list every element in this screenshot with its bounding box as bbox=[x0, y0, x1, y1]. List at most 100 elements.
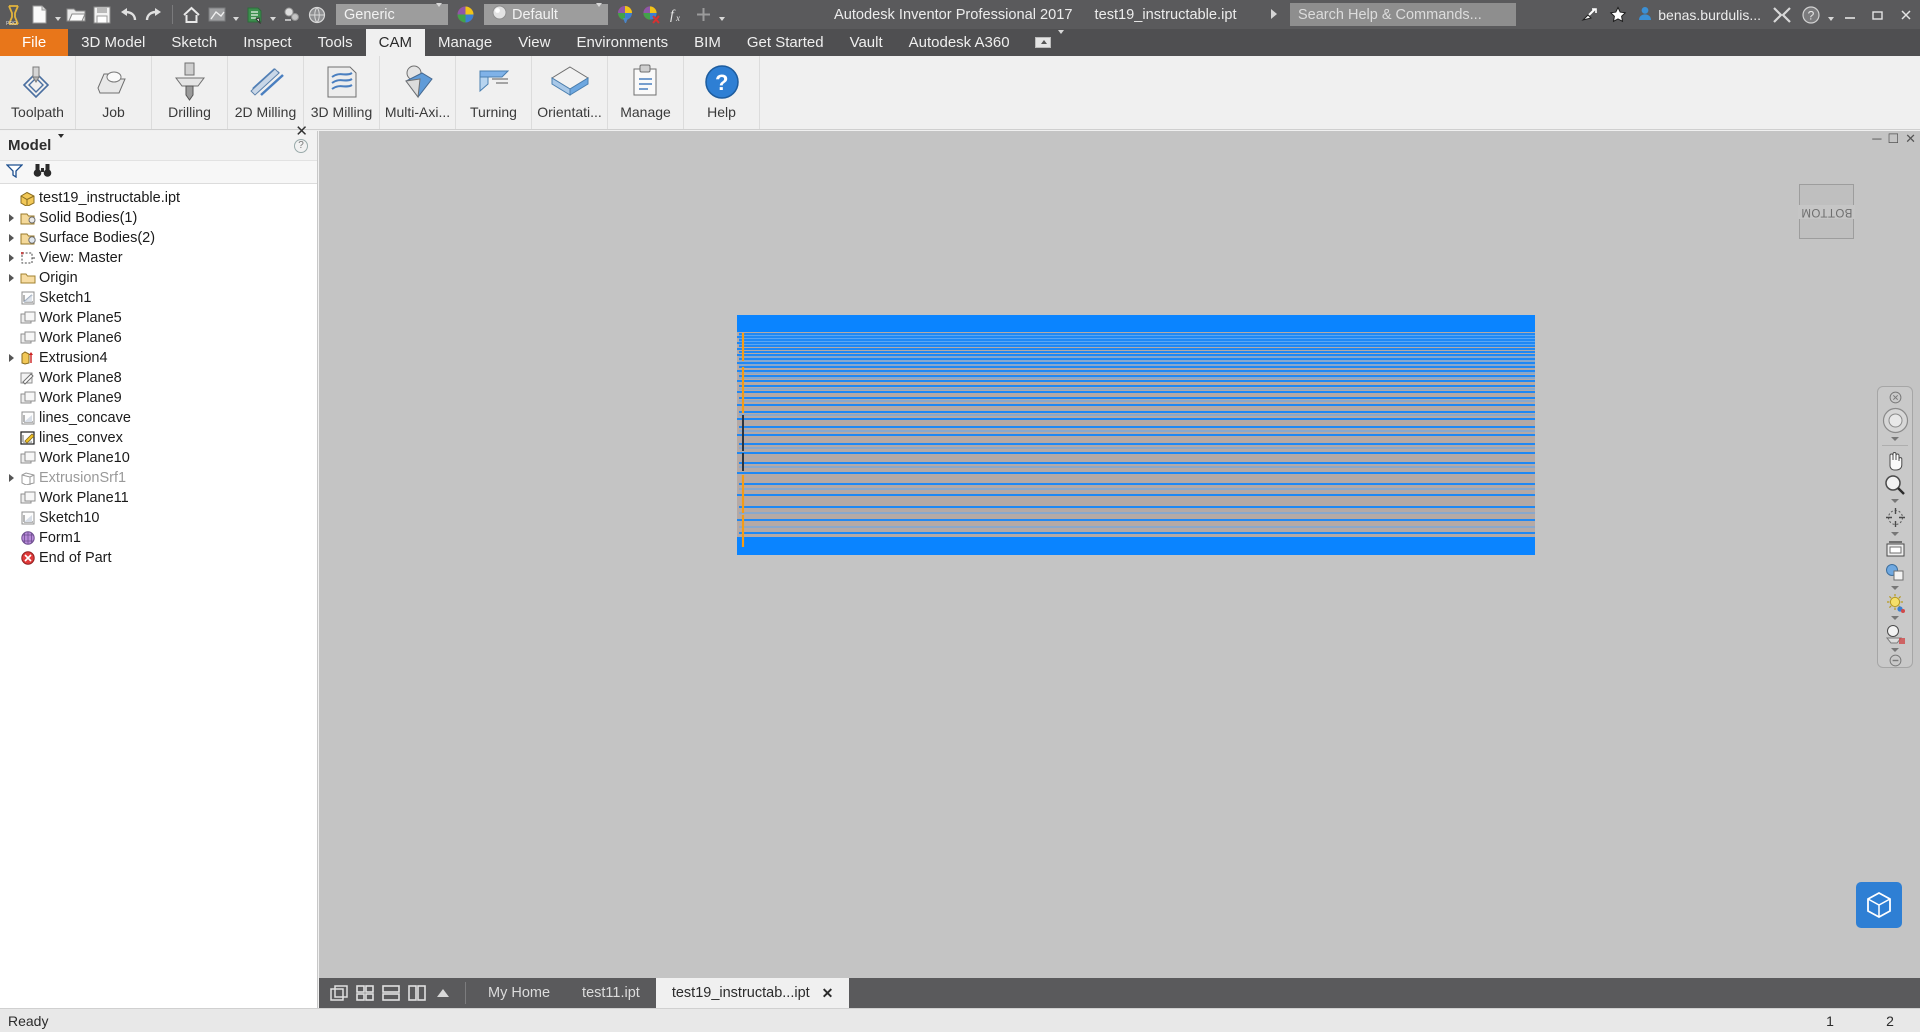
tree-item-extrusion4[interactable]: Extrusion4 bbox=[0, 348, 317, 368]
canvas-restore-icon[interactable]: ☐ bbox=[1887, 132, 1899, 145]
ribbon-button-help[interactable]: ? Help bbox=[684, 56, 760, 129]
tab-vault[interactable]: Vault bbox=[837, 29, 896, 56]
tree-item-sketch10[interactable]: Sketch10 bbox=[0, 508, 317, 528]
clear-appearance-icon[interactable] bbox=[638, 1, 664, 28]
save-icon[interactable] bbox=[89, 1, 115, 28]
tab-file[interactable]: File bbox=[0, 29, 69, 56]
chevron-down-icon[interactable] bbox=[58, 133, 65, 154]
undo-icon[interactable] bbox=[115, 1, 141, 28]
tree-item-part[interactable]: test19_instructable.ipt bbox=[0, 188, 317, 208]
search-input[interactable]: Search Help & Commands... bbox=[1290, 3, 1516, 26]
ribbon-button-multi-axis[interactable]: Multi-Axi... bbox=[380, 56, 456, 129]
close-button[interactable] bbox=[1892, 0, 1920, 29]
document-tab-test19[interactable]: test19_instructab...ipt ✕ bbox=[655, 978, 850, 1008]
appearance-browser-icon[interactable] bbox=[612, 1, 638, 28]
tree-item-work-plane10[interactable]: Work Plane10 bbox=[0, 448, 317, 468]
redo-icon[interactable] bbox=[141, 1, 167, 28]
navbar-options-icon[interactable] bbox=[1880, 654, 1910, 667]
shadow-dropdown-icon[interactable] bbox=[1891, 648, 1899, 653]
return-icon[interactable] bbox=[204, 1, 230, 28]
filter-icon[interactable] bbox=[5, 163, 24, 181]
expand-arrow-icon[interactable] bbox=[4, 474, 18, 482]
tab-tools[interactable]: Tools bbox=[305, 29, 366, 56]
zoom-dropdown-icon[interactable] bbox=[1891, 499, 1899, 504]
tab-manage[interactable]: Manage bbox=[425, 29, 505, 56]
appearance-combo[interactable]: Default bbox=[484, 2, 608, 25]
lighting-icon[interactable] bbox=[1880, 592, 1910, 615]
tree-item-work-plane6[interactable]: Work Plane6 bbox=[0, 328, 317, 348]
restore-button[interactable] bbox=[1864, 0, 1892, 29]
tab-sketch[interactable]: Sketch bbox=[158, 29, 230, 56]
expand-arrow-icon[interactable] bbox=[4, 214, 18, 222]
fx-parameters-icon[interactable]: fx bbox=[664, 1, 690, 28]
document-tab-my-home[interactable]: My Home bbox=[472, 978, 566, 1008]
ribbon-minimize-control[interactable] bbox=[1023, 29, 1076, 56]
home-icon[interactable] bbox=[178, 1, 204, 28]
ribbon-button-2d-milling[interactable]: 2D Milling bbox=[228, 56, 304, 129]
ribbon-button-turning[interactable]: Turning bbox=[456, 56, 532, 129]
select-icon[interactable] bbox=[278, 1, 304, 28]
tree-item-sketch1[interactable]: Sketch1 bbox=[0, 288, 317, 308]
ribbon-button-orientation[interactable]: Orientati... bbox=[532, 56, 608, 129]
ribbon-button-job[interactable]: Job bbox=[76, 56, 152, 129]
tile-horizontal-icon[interactable] bbox=[379, 979, 403, 1007]
display-mode-icon[interactable] bbox=[1880, 561, 1910, 584]
feedback-icon[interactable] bbox=[1574, 0, 1603, 29]
add-icon[interactable] bbox=[690, 1, 716, 28]
expand-arrow-icon[interactable] bbox=[4, 354, 18, 362]
open-file-icon[interactable] bbox=[63, 1, 89, 28]
tab-3d-model[interactable]: 3D Model bbox=[68, 29, 158, 56]
canvas-close-icon[interactable]: ✕ bbox=[1905, 132, 1916, 145]
material-combo[interactable]: Generic bbox=[336, 2, 448, 25]
help-icon[interactable]: ? bbox=[1796, 0, 1825, 29]
tree-item-lines-concave[interactable]: lines_concave bbox=[0, 408, 317, 428]
tab-environments[interactable]: Environments bbox=[563, 29, 681, 56]
tree-item-work-plane9[interactable]: Work Plane9 bbox=[0, 388, 317, 408]
user-account[interactable]: benas.burdulis... bbox=[1632, 6, 1767, 24]
tree-item-solid-bodies[interactable]: Solid Bodies(1) bbox=[0, 208, 317, 228]
canvas-minimize-icon[interactable]: ─ bbox=[1872, 132, 1881, 145]
tile-vertical-icon[interactable] bbox=[405, 979, 429, 1007]
tab-get-started[interactable]: Get Started bbox=[734, 29, 837, 56]
autodesk-brand-cube[interactable] bbox=[1856, 882, 1902, 928]
expand-arrow-icon[interactable] bbox=[4, 234, 18, 242]
tree-item-origin[interactable]: Origin bbox=[0, 268, 317, 288]
ribbon-button-drilling[interactable]: Drilling bbox=[152, 56, 228, 129]
lighting-dropdown-icon[interactable] bbox=[1891, 616, 1899, 621]
ribbon-button-toolpath[interactable]: Toolpath bbox=[0, 56, 76, 129]
tree-item-work-plane8[interactable]: Work Plane8 bbox=[0, 368, 317, 388]
navbar-close-icon[interactable] bbox=[1880, 391, 1910, 404]
tree-item-lines-convex[interactable]: lines_convex bbox=[0, 428, 317, 448]
binoculars-icon[interactable] bbox=[33, 163, 52, 181]
return-dropdown-icon[interactable] bbox=[230, 1, 241, 28]
tree-item-work-plane5[interactable]: Work Plane5 bbox=[0, 308, 317, 328]
favorites-star-icon[interactable] bbox=[1603, 0, 1632, 29]
close-icon[interactable]: ✕ bbox=[295, 122, 308, 140]
document-tab-test11[interactable]: test11.ipt bbox=[566, 978, 656, 1008]
look-at-icon[interactable] bbox=[1880, 538, 1910, 561]
tree-item-end-of-part[interactable]: End of Part bbox=[0, 548, 317, 568]
new-file-icon[interactable] bbox=[26, 1, 52, 28]
display-dropdown-icon[interactable] bbox=[1891, 585, 1899, 590]
new-file-dropdown-icon[interactable] bbox=[52, 1, 63, 28]
steering-wheel-dropdown-icon[interactable] bbox=[1891, 437, 1899, 442]
title-expand-arrow-icon[interactable] bbox=[1271, 9, 1277, 19]
tree-item-extrusionsrf1[interactable]: ExtrusionSrf1 bbox=[0, 468, 317, 488]
help-icon[interactable]: ? bbox=[294, 139, 308, 153]
update-icon[interactable] bbox=[241, 1, 267, 28]
expand-up-icon[interactable] bbox=[431, 979, 455, 1007]
tab-cam[interactable]: CAM bbox=[365, 29, 425, 56]
tab-bim[interactable]: BIM bbox=[681, 29, 734, 56]
ribbon-button-3d-milling[interactable]: 3D Milling bbox=[304, 56, 380, 129]
expand-arrow-icon[interactable] bbox=[4, 274, 18, 282]
tree-item-work-plane11[interactable]: Work Plane11 bbox=[0, 488, 317, 508]
tree-item-surface-bodies[interactable]: Surface Bodies(2) bbox=[0, 228, 317, 248]
pan-hand-icon[interactable] bbox=[1880, 449, 1910, 473]
steering-wheel-icon[interactable] bbox=[1880, 405, 1910, 435]
graphics-canvas[interactable]: ─ ☐ ✕ BOTTOM bbox=[319, 131, 1920, 978]
help-dropdown-icon[interactable] bbox=[1825, 1, 1836, 28]
tab-view[interactable]: View bbox=[505, 29, 563, 56]
tile-grid-icon[interactable] bbox=[353, 979, 377, 1007]
orbit-icon[interactable] bbox=[1880, 505, 1910, 529]
update-dropdown-icon[interactable] bbox=[267, 1, 278, 28]
